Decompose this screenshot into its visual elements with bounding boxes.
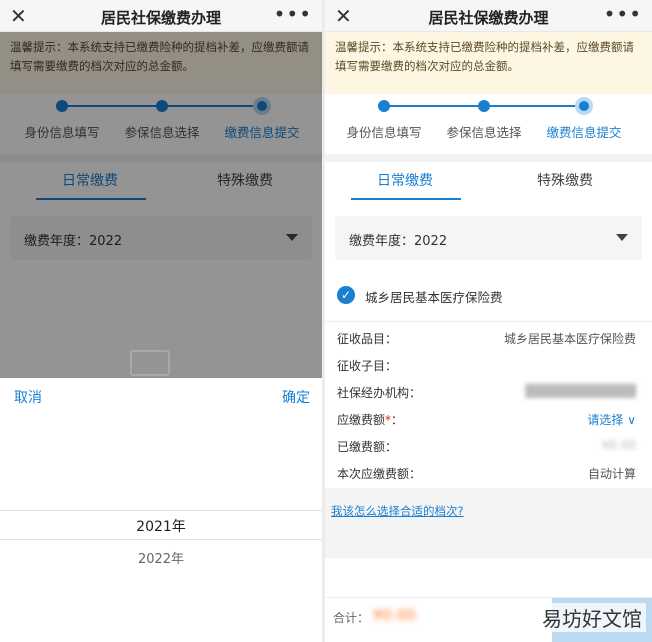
info-row-subitem: 征收子目：: [325, 351, 652, 378]
help-link[interactable]: 我该怎么选择合适的档次?: [331, 503, 464, 519]
footer-bar: 合计： ¥0.00 易坊好文馆: [325, 597, 652, 642]
tab-daily[interactable]: 日常缴费: [335, 170, 475, 190]
step-label-3: 缴费信息提交: [546, 125, 622, 140]
picker-option-2021[interactable]: 2021年: [0, 516, 322, 536]
info-key: 征收子目：: [337, 359, 398, 373]
left-screen: ✕ 居民社保缴费办理 ••• 温馨提示：本系统支持已缴费险种的提档补差，应缴费额…: [0, 0, 322, 642]
info-row-paid: 已缴费额： ¥0.00: [325, 432, 652, 459]
step-dot-1: [378, 100, 390, 112]
top-bar: ✕ 居民社保缴费办理 •••: [0, 0, 322, 32]
tab-bar: 日常缴费 特殊缴费: [325, 154, 652, 206]
info-value-redacted: ¥0.00: [601, 438, 636, 452]
tab-special[interactable]: 特殊缴费: [495, 170, 635, 190]
step-dot-3: [575, 97, 593, 115]
picker-confirm-button[interactable]: 确定: [282, 387, 310, 407]
modal-overlay[interactable]: [0, 32, 322, 378]
info-key: 征收品目：: [337, 332, 398, 346]
insurance-label: 城乡居民基本医疗保险费: [365, 290, 503, 305]
amount-select-link[interactable]: 请选择 ∨: [587, 411, 636, 428]
total-label: 合计：: [333, 611, 370, 625]
insurance-item[interactable]: ✓ 城乡居民基本医疗保险费: [325, 260, 652, 322]
info-value: 自动计算: [587, 467, 636, 481]
total-value: ¥0.00: [373, 606, 416, 624]
year-select[interactable]: 缴费年度：2022: [335, 216, 642, 260]
help-section: 我该怎么选择合适的档次?: [325, 488, 652, 558]
tip-banner: 温馨提示：本系统支持已缴费险种的提档补差，应缴费额请填写需要缴费的档次对应的总金…: [325, 32, 652, 94]
dropdown-caret-icon: [616, 234, 628, 241]
checkmark-icon[interactable]: ✓: [337, 286, 355, 304]
year-picker: 取消 确定 2021年 2022年: [0, 378, 322, 642]
info-key: 应缴费额*：: [337, 411, 403, 428]
picker-option-2022[interactable]: 2022年: [0, 548, 322, 567]
info-value-redacted: ████████████: [525, 384, 636, 398]
info-key: 社保经办机构：: [337, 386, 422, 400]
payment-info: 征收品目： 城乡居民基本医疗保险费 征收子目： 社保经办机构： ████████…: [325, 322, 652, 486]
info-row-current-due: 本次应缴费额： 自动计算: [325, 459, 652, 486]
step-label-2: 参保信息选择: [446, 125, 522, 140]
card-icon: [130, 350, 170, 376]
top-bar: ✕ 居民社保缴费办理 •••: [325, 0, 652, 32]
picker-bar: 取消 确定: [0, 378, 322, 412]
more-icon[interactable]: •••: [274, 2, 312, 26]
amount-due-label: 应缴费额: [337, 413, 386, 427]
step-label-1: 身份信息填写: [346, 125, 422, 140]
right-screen: ✕ 居民社保缴费办理 ••• 温馨提示：本系统支持已缴费险种的提档补差，应缴费额…: [325, 0, 652, 642]
progress-steps: 身份信息填写 参保信息选择 缴费信息提交: [325, 94, 652, 154]
more-icon[interactable]: •••: [604, 2, 642, 26]
picker-cancel-button[interactable]: 取消: [14, 387, 42, 407]
info-key: 已缴费额：: [337, 440, 398, 454]
watermark: 易坊好文馆: [538, 603, 646, 632]
info-value: 城乡居民基本医疗保险费: [503, 332, 636, 346]
step-dot-2: [478, 100, 490, 112]
year-select-label: 缴费年度：2022: [349, 234, 448, 249]
tab-underline: [351, 198, 461, 200]
info-row-agency: 社保经办机构： ████████████: [325, 378, 652, 405]
info-key: 本次应缴费额：: [337, 467, 422, 481]
info-row-amount-due[interactable]: 应缴费额*： 请选择 ∨: [325, 405, 652, 432]
info-row-item: 征收品目： 城乡居民基本医疗保险费: [325, 324, 652, 351]
label-colon: ：: [391, 413, 404, 427]
